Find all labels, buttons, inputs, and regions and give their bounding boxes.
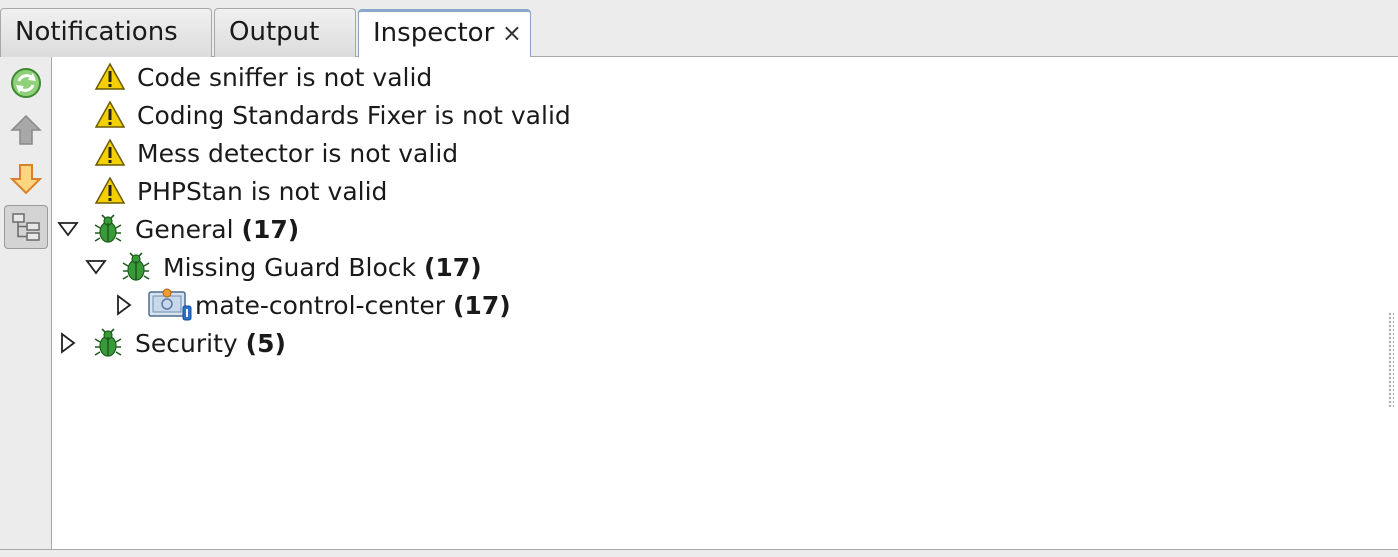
issue-count: (17) — [423, 252, 482, 282]
tab-label: Notifications — [15, 17, 178, 47]
tree-node-label: Missing Guard Block — [163, 252, 416, 282]
bug-icon — [119, 250, 153, 284]
tab-label: Inspector — [373, 18, 495, 48]
warning-icon — [93, 98, 127, 132]
php-project-icon — [147, 288, 195, 322]
chevron-down-icon — [85, 260, 107, 275]
tab-bar: Notifications Output Inspector × — [0, 0, 1398, 58]
tree-view-icon — [12, 213, 40, 241]
warning-text: Code sniffer is not valid — [137, 62, 433, 92]
tree-node-label: Security — [135, 328, 238, 358]
tree-node-label: General — [135, 214, 234, 244]
chevron-right-icon — [117, 294, 132, 316]
chevron-down-icon — [57, 222, 79, 237]
close-icon[interactable]: × — [502, 10, 522, 56]
tree-node-security[interactable]: Security (5) — [55, 324, 286, 362]
tab-output[interactable]: Output — [214, 8, 356, 57]
refresh-icon — [11, 68, 41, 98]
issue-count: (17) — [453, 290, 511, 320]
warning-icon — [93, 174, 127, 208]
list-item-warning[interactable]: Coding Standards Fixer is not valid — [93, 96, 571, 134]
previous-button[interactable] — [4, 108, 48, 152]
up-arrow-icon — [10, 114, 42, 145]
tab-label: Output — [229, 17, 320, 47]
list-item-warning[interactable]: PHPStan is not valid — [93, 172, 387, 210]
tab-notifications[interactable]: Notifications — [0, 8, 212, 57]
tree-node-project[interactable]: mate-control-center (17) — [111, 286, 511, 324]
expand-toggle-expanded[interactable] — [55, 216, 81, 242]
inspector-results-tree: Code sniffer is not valid Coding Standar… — [53, 57, 1398, 550]
list-item-warning[interactable]: Mess detector is not valid — [93, 134, 458, 172]
chevron-right-icon — [61, 332, 76, 354]
down-arrow-icon — [9, 164, 43, 195]
warning-icon — [93, 60, 127, 94]
issue-count: (17) — [241, 214, 300, 244]
tree-node-general[interactable]: General (17) — [55, 210, 299, 248]
next-button[interactable] — [4, 157, 48, 201]
warning-text: Coding Standards Fixer is not valid — [137, 100, 571, 130]
resize-grip[interactable] — [1388, 312, 1394, 407]
tab-inspector[interactable]: Inspector × — [358, 9, 531, 58]
expand-toggle-collapsed[interactable] — [111, 292, 137, 318]
bug-icon — [91, 212, 125, 246]
refresh-button[interactable] — [4, 61, 48, 105]
warning-text: PHPStan is not valid — [137, 176, 388, 206]
tree-node-missing-guard-block[interactable]: Missing Guard Block (17) — [83, 248, 482, 286]
inspector-toolbar — [0, 57, 52, 550]
warning-icon — [93, 136, 127, 170]
list-item-warning[interactable]: Code sniffer is not valid — [93, 58, 432, 96]
expand-toggle-collapsed[interactable] — [55, 330, 81, 356]
warning-text: Mess detector is not valid — [137, 138, 459, 168]
expand-toggle-expanded[interactable] — [83, 254, 109, 280]
bug-icon — [91, 326, 125, 360]
issue-count: (5) — [245, 328, 286, 358]
tree-view-toggle[interactable] — [4, 205, 48, 249]
tree-node-label: mate-control-center — [195, 290, 445, 320]
